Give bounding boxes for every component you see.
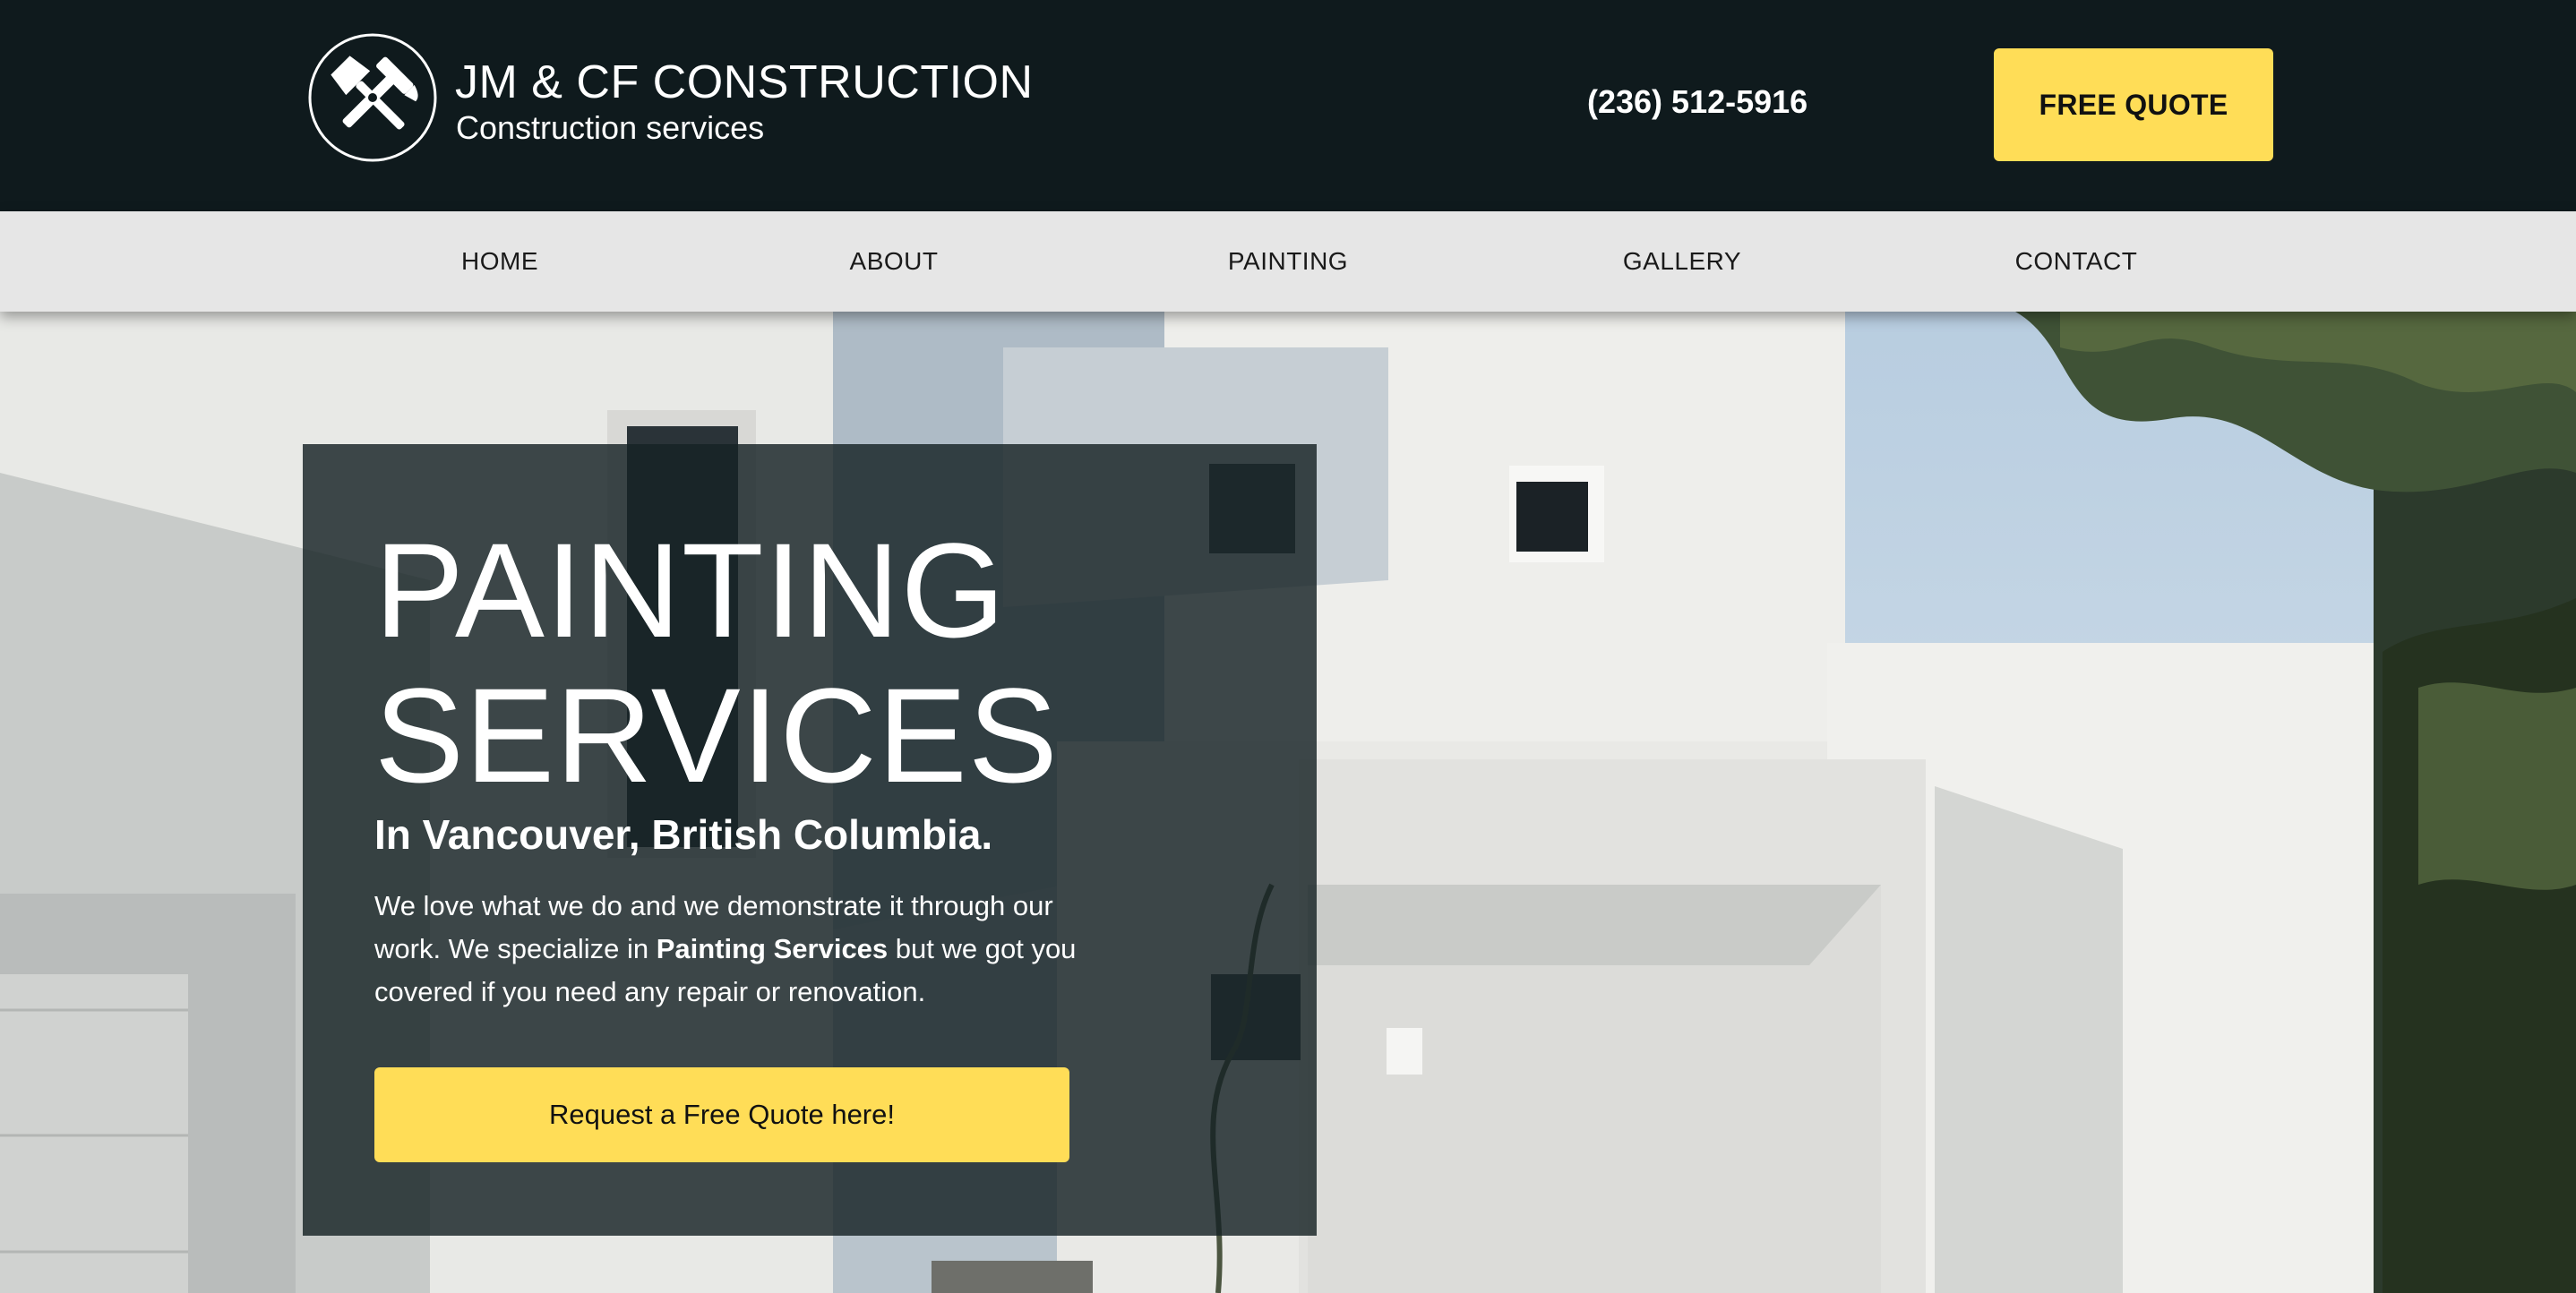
hero-title-line1: PAINTING: [374, 515, 1007, 665]
hero-description: We love what we do and we demonstrate it…: [374, 885, 1109, 1014]
nav-item-painting[interactable]: PAINTING: [1091, 211, 1485, 312]
hammer-and-trowel-icon[interactable]: [307, 32, 438, 163]
free-quote-button[interactable]: FREE QUOTE: [1994, 48, 2273, 161]
hero-title-line2: SERVICES: [374, 660, 1059, 810]
hero-subtitle: In Vancouver, British Columbia.: [374, 811, 993, 858]
hero-panel: PAINTING SERVICES In Vancouver, British …: [303, 444, 1317, 1236]
site-header: JM & CF CONSTRUCTION Construction servic…: [0, 0, 2576, 211]
hero-text-emphasis: Painting Services: [656, 933, 889, 964]
nav-item-contact[interactable]: CONTACT: [1879, 211, 2273, 312]
brand-subtitle: Construction services: [456, 109, 765, 146]
hero-section: PAINTING SERVICES In Vancouver, British …: [0, 312, 2576, 1293]
nav-item-home[interactable]: HOME: [303, 211, 697, 312]
nav-item-gallery[interactable]: GALLERY: [1485, 211, 1879, 312]
nav-item-about[interactable]: ABOUT: [697, 211, 1091, 312]
phone-number[interactable]: (236) 512-5916: [1587, 82, 1807, 122]
hero-title: PAINTING SERVICES: [374, 518, 1270, 808]
request-quote-button[interactable]: Request a Free Quote here!: [374, 1067, 1069, 1162]
main-nav: HOME ABOUT PAINTING GALLERY CONTACT: [0, 211, 2576, 312]
brand-title[interactable]: JM & CF CONSTRUCTION: [455, 56, 1034, 109]
